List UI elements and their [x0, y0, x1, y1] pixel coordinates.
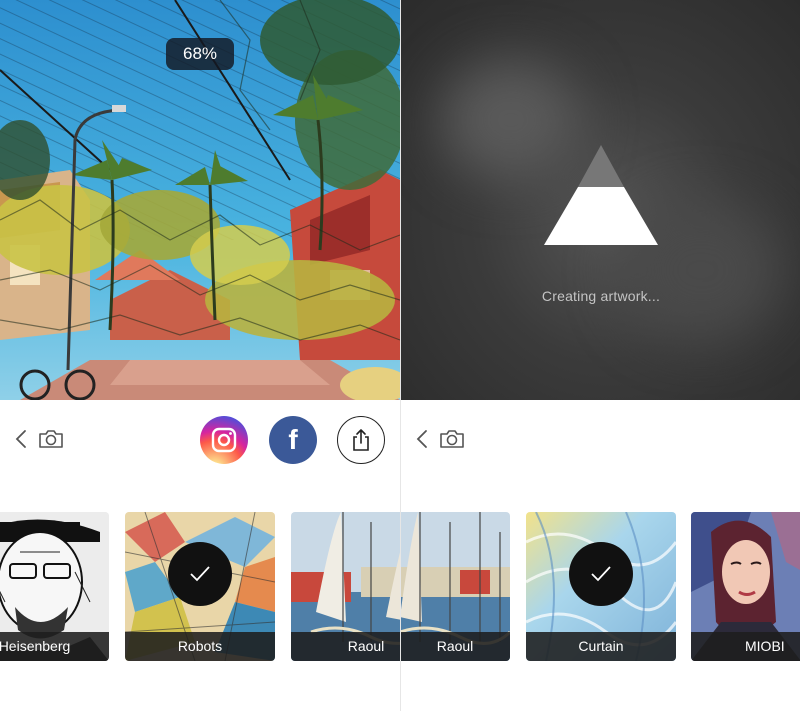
filter-label: Heisenberg [0, 632, 109, 661]
facebook-share-button[interactable]: f [269, 416, 317, 464]
camera-icon[interactable] [439, 428, 465, 450]
instagram-share-button[interactable] [200, 416, 248, 464]
filter-label: Robots [125, 632, 275, 661]
share-export-button[interactable] [337, 416, 385, 464]
camera-icon[interactable] [38, 428, 64, 450]
stylized-artwork-image: 68% [0, 0, 400, 400]
facebook-icon: f [288, 424, 298, 455]
filter-curtain[interactable]: Curtain [526, 512, 676, 661]
filter-label: Raoul [401, 632, 510, 661]
selected-check-indicator [168, 542, 232, 606]
loading-status-text: Creating artwork... [541, 288, 661, 304]
left-panel: 68% f Heisenberg Robots Raoul [0, 0, 400, 711]
filter-raoul[interactable]: Raoul [291, 512, 400, 661]
filter-raoul[interactable]: Raoul [401, 512, 510, 661]
share-upload-icon [353, 429, 369, 451]
checkmark-icon [190, 566, 210, 582]
checkmark-icon [591, 566, 611, 582]
chevron-left-icon[interactable] [415, 429, 429, 449]
artwork-loading-area: Creating artwork... [401, 0, 800, 400]
filter-robots[interactable]: Robots [125, 512, 275, 661]
selected-check-indicator [569, 542, 633, 606]
filter-miobi[interactable]: MIOBI [691, 512, 800, 661]
progress-percentage-badge: 68% [166, 38, 234, 70]
filter-label: Curtain [526, 632, 676, 661]
filter-label: MIOBI [691, 632, 800, 661]
chevron-left-icon[interactable] [14, 429, 28, 449]
right-panel: Creating artwork... Raoul Curtain MIOBI [400, 0, 800, 711]
prisma-triangle-icon [544, 145, 658, 245]
filter-heisenberg[interactable]: Heisenberg [0, 512, 109, 661]
instagram-icon [211, 427, 237, 453]
filter-label: Raoul [291, 632, 400, 661]
